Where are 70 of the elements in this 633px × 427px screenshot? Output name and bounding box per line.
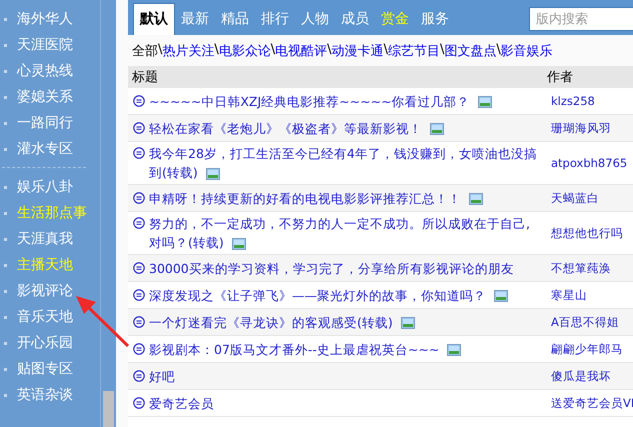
category-link[interactable]: 电视酷评 <box>275 42 328 60</box>
author-link[interactable]: klzs258 <box>547 94 633 108</box>
smiley-icon <box>133 217 145 229</box>
bullet-icon <box>4 18 7 20</box>
bullet-icon <box>4 96 7 98</box>
category-link[interactable]: 热片关注 <box>162 42 214 60</box>
smiley-icon <box>133 370 145 382</box>
author-link[interactable]: 想想他也行吗 <box>547 226 633 240</box>
author-link[interactable]: 珊瑚海风羽 <box>547 120 633 136</box>
topic-link[interactable]: 一个灯迷看完《寻龙诀》的客观感受(转载) <box>149 312 547 332</box>
bullet-icon <box>4 122 7 124</box>
bullet-icon <box>4 394 7 396</box>
smiley-icon <box>133 147 145 159</box>
bullet-icon <box>4 212 7 214</box>
separator: \ <box>384 42 388 59</box>
tab[interactable]: 默认 <box>133 3 175 35</box>
topic-link[interactable]: 轻松在家看《老炮儿》《极盗者》等最新影视！ <box>149 118 547 138</box>
bullet-icon <box>4 264 7 266</box>
bullet-icon <box>4 148 7 150</box>
topic-link[interactable]: 影视剧本：07版马文才番外--史上最虐祝英台~~~ <box>149 340 547 358</box>
author-link[interactable]: 天蝎蓝白 <box>547 190 633 206</box>
smiley-icon <box>133 94 145 106</box>
topic-link[interactable]: 好吧 <box>149 366 547 386</box>
category-link[interactable]: 电影众论 <box>218 42 271 60</box>
category-link[interactable]: 图文盘点 <box>444 42 496 60</box>
search-field[interactable]: 版内搜索 <box>529 7 633 31</box>
separator: \ <box>214 42 219 59</box>
topic-link[interactable]: ~~~~~中日韩XZJ经典电影推荐~~~~~你看过几部？ <box>149 92 547 110</box>
author-link[interactable]: A百思不得姐 <box>547 314 633 330</box>
smiley-icon <box>133 342 145 354</box>
topic-link[interactable]: 申精呀！持续更新的好看的电视电影影评推荐汇总！！ <box>149 188 547 208</box>
smiley-icon <box>133 316 145 328</box>
topic-link[interactable]: 深度发现之《让子弹飞》——聚光灯外的故事，你知道吗？ <box>149 286 547 304</box>
bullet-icon <box>4 368 7 370</box>
separator: \ <box>158 42 162 59</box>
category-link[interactable]: 动漫卡通 <box>332 42 384 60</box>
column-header: 作者 <box>547 69 574 86</box>
pointer-arrow <box>76 296 130 348</box>
author-link[interactable]: 翩翩少年郎马 <box>547 342 633 356</box>
bullet-icon <box>4 70 7 72</box>
bullet-icon <box>4 238 7 240</box>
category-label: 全部 <box>132 43 158 60</box>
category-link[interactable]: 综艺节目 <box>388 42 440 60</box>
separator: \ <box>440 42 444 59</box>
topic-link[interactable]: 30000买来的学习资料，学习完了，分享给所有影视评论的朋友 <box>149 258 547 278</box>
topic-link[interactable]: 努力的，不一定成功，不努力的人一定不成功。所以成败在于自己,对吗？(转载) <box>149 214 547 252</box>
bullet-icon <box>4 44 7 46</box>
author-link[interactable]: 不想箪莼涣 <box>547 260 633 276</box>
separator: \ <box>327 42 332 59</box>
scrollbar[interactable] <box>100 0 116 427</box>
smiley-icon <box>133 288 145 300</box>
separator: \ <box>270 42 276 59</box>
smiley-icon <box>133 122 145 134</box>
topic-link[interactable]: 我今年28岁，打工生活至今已经有4年了，钱没赚到，女喷油也没搞到(转载) <box>149 144 547 182</box>
topic-link[interactable]: 爱奇艺会员 <box>149 394 547 412</box>
column-header: 标题 <box>132 70 158 85</box>
smiley-icon <box>133 192 145 204</box>
smiley-icon <box>133 262 145 274</box>
smiley-icon <box>133 396 145 408</box>
author-link[interactable]: 寒星山 <box>547 288 633 302</box>
author-link[interactable]: 送爱奇艺会员VI <box>547 396 633 410</box>
bullet-icon <box>4 342 7 344</box>
bullet-icon <box>4 316 7 318</box>
author-link[interactable]: atpoxbh8765 <box>547 156 633 170</box>
category-link[interactable]: 影音娱乐 <box>500 42 553 60</box>
scrollbar-thumb[interactable] <box>103 391 114 427</box>
separator: \ <box>496 42 501 59</box>
author-link[interactable]: 傻瓜是我坏 <box>547 368 633 384</box>
bullet-icon <box>4 186 7 188</box>
bullet-icon <box>4 290 7 292</box>
